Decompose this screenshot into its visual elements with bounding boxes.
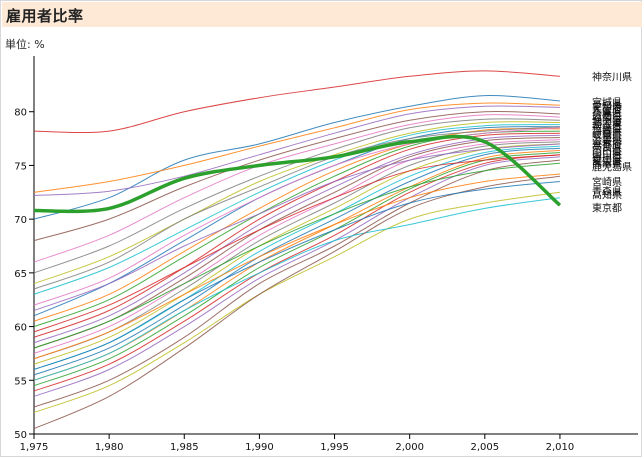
x-tick-label: 2,010 (546, 442, 575, 453)
series-line (33, 143, 560, 311)
prefecture-label: 東京都 (592, 201, 622, 214)
series-line (33, 181, 560, 370)
x-tick-label: 1,980 (95, 442, 124, 453)
highlight-line-tokyo (33, 134, 562, 214)
y-tick-label: 60 (14, 323, 27, 334)
prefecture-label: 神奈川県 (592, 70, 632, 83)
series-line (33, 197, 560, 381)
series-line (33, 70, 560, 134)
series-line (33, 102, 560, 193)
series-line (33, 95, 560, 220)
prefecture-label: 高知県 (592, 188, 622, 201)
x-tick-label: 1,985 (170, 442, 199, 453)
prefecture-label: 鹿児島県 (592, 161, 632, 174)
x-tick-label: 2,005 (470, 442, 499, 453)
series-line (33, 154, 560, 392)
x-tick-label: 1,975 (20, 442, 49, 453)
series-line (33, 141, 560, 360)
series-line (33, 191, 560, 413)
y-tick-label: 55 (14, 376, 27, 387)
x-tick-label: 1,995 (320, 442, 349, 453)
line-chart: 50 55 60 65 70 75 80 1,975 1,980 1,985 1,990 1,995 2… (14, 56, 638, 453)
x-tick-label: 1,990 (245, 442, 274, 453)
y-tick-label: 70 (14, 215, 27, 226)
series-line (33, 173, 560, 360)
x-tick-label: 2,000 (395, 442, 424, 453)
y-tick-label: 65 (14, 269, 27, 280)
y-tick-label: 80 (14, 108, 27, 119)
y-tick-label: 50 (14, 430, 27, 441)
series-line (33, 175, 560, 430)
y-tick-label: 75 (14, 161, 27, 172)
series-line (33, 128, 560, 322)
